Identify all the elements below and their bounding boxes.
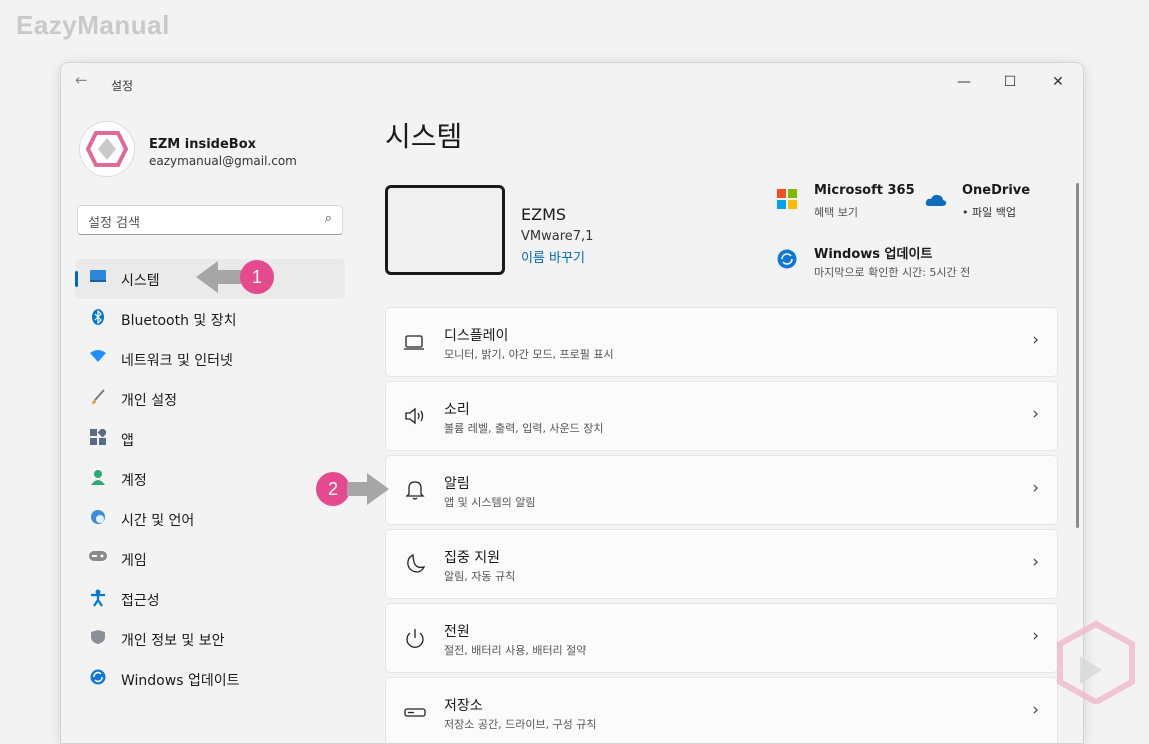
minimize-button[interactable]: —	[941, 69, 987, 95]
chevron-right-icon: ›	[1032, 478, 1039, 498]
card-subtitle: 앱 및 시스템의 알림	[444, 496, 536, 509]
windows-update-title[interactable]: Windows 업데이트	[814, 243, 932, 262]
chevron-right-icon: ›	[1032, 700, 1039, 720]
sidebar-item-label: 시간 및 언어	[121, 513, 195, 529]
network-icon	[89, 349, 107, 367]
sidebar-item-label: 개인 설정	[121, 393, 177, 409]
system-icon	[89, 269, 107, 287]
chevron-right-icon: ›	[1032, 404, 1039, 424]
globe-icon	[89, 509, 107, 527]
sidebar-item-label: 앱	[121, 433, 134, 449]
card-title: 저장소	[444, 698, 483, 714]
callout-arrow-1	[196, 261, 244, 293]
card-subtitle: 저장소 공간, 드라이브, 구성 규칙	[444, 718, 597, 731]
card-focus-assist[interactable]: 집중 지원 알림, 자동 규칙 ›	[385, 529, 1058, 599]
search-box[interactable]: 설정 검색 ⌕	[77, 205, 343, 235]
step-badge-2: 2	[316, 472, 350, 506]
close-button[interactable]: ✕	[1035, 69, 1081, 95]
step-badge-1: 1	[240, 260, 274, 294]
display-icon	[404, 331, 426, 353]
bell-icon	[404, 479, 426, 501]
sidebar-item-label: 계정	[121, 473, 147, 489]
card-sound[interactable]: 소리 볼륨 레벨, 출력, 입력, 사운드 장치 ›	[385, 381, 1058, 451]
shield-icon	[89, 629, 107, 647]
sidebar-item-bluetooth[interactable]: Bluetooth 및 장치	[75, 299, 345, 339]
chevron-right-icon: ›	[1032, 330, 1039, 350]
sidebar-nav: 시스템 Bluetooth 및 장치 네트워크 및 인터넷 개인 설정 앱 계정…	[75, 259, 345, 699]
sidebar-item-apps[interactable]: 앱	[75, 419, 345, 459]
sidebar-item-label: 접근성	[121, 593, 160, 609]
bluetooth-icon	[89, 309, 107, 327]
sidebar-item-gaming[interactable]: 게임	[75, 539, 345, 579]
window-title: 설정	[111, 79, 134, 93]
sidebar-item-label: Windows 업데이트	[121, 673, 240, 689]
windows-update-sub: 마지막으로 확인한 시간: 5시간 전	[814, 266, 971, 279]
sidebar-item-accounts[interactable]: 계정	[75, 459, 345, 499]
device-thumbnail	[385, 185, 505, 275]
profile-email: eazymanual@gmail.com	[149, 154, 297, 168]
apps-icon	[89, 427, 108, 447]
sidebar-item-label: 게임	[121, 553, 147, 569]
account-icon	[89, 469, 107, 487]
settings-window: ← 설정 — ☐ ✕ EZM insideBox eazymanual@gmai…	[60, 62, 1084, 744]
sidebar-item-privacy[interactable]: 개인 정보 및 보안	[75, 619, 345, 659]
power-icon	[404, 627, 426, 649]
microsoft-365-sub: 혜택 보기	[814, 206, 858, 219]
brand-watermark: EazyManual	[16, 10, 170, 40]
storage-icon	[404, 701, 426, 723]
card-subtitle: 알림, 자동 규칙	[444, 570, 516, 583]
sidebar-item-time-language[interactable]: 시간 및 언어	[75, 499, 345, 539]
rename-link[interactable]: 이름 바꾸기	[521, 247, 585, 266]
gamepad-icon	[89, 549, 107, 567]
card-subtitle: 모니터, 밝기, 야간 모드, 프로필 표시	[444, 348, 614, 361]
card-subtitle: 볼륨 레벨, 출력, 입력, 사운드 장치	[444, 422, 604, 435]
profile-logo-icon	[86, 131, 128, 167]
maximize-button[interactable]: ☐	[987, 69, 1033, 95]
chevron-right-icon: ›	[1032, 626, 1039, 646]
back-arrow-icon[interactable]: ←	[75, 71, 88, 89]
device-model: VMware7,1	[521, 229, 594, 244]
card-title: 디스플레이	[444, 328, 509, 344]
card-title: 소리	[444, 402, 470, 418]
sidebar-item-label: 개인 정보 및 보안	[121, 633, 225, 649]
sidebar-item-personalization[interactable]: 개인 설정	[75, 379, 345, 419]
card-power[interactable]: 전원 절전, 배터리 사용, 배터리 절약 ›	[385, 603, 1058, 673]
microsoft-365-icon[interactable]	[777, 189, 799, 211]
speaker-icon	[404, 405, 426, 427]
search-input[interactable]: 설정 검색	[88, 212, 140, 231]
card-storage[interactable]: 저장소 저장소 공간, 드라이브, 구성 규칙 ›	[385, 677, 1058, 743]
card-title: 전원	[444, 624, 470, 640]
settings-list: 디스플레이 모니터, 밝기, 야간 모드, 프로필 표시 › 소리 볼륨 레벨,…	[385, 307, 1058, 743]
card-display[interactable]: 디스플레이 모니터, 밝기, 야간 모드, 프로필 표시 ›	[385, 307, 1058, 377]
watermark-logo-icon	[1057, 620, 1135, 704]
card-title: 집중 지원	[444, 550, 500, 566]
windows-update-icon[interactable]	[777, 249, 799, 271]
device-name: EZMS	[521, 205, 567, 224]
scrollbar[interactable]	[1076, 183, 1079, 528]
card-title: 알림	[444, 476, 470, 492]
sidebar-item-accessibility[interactable]: 접근성	[75, 579, 345, 619]
onedrive-icon[interactable]	[925, 191, 947, 213]
sidebar-item-label: Bluetooth 및 장치	[121, 313, 237, 329]
callout-arrow-2	[347, 473, 389, 505]
card-subtitle: 절전, 배터리 사용, 배터리 절약	[444, 644, 587, 657]
sidebar-item-windows-update[interactable]: Windows 업데이트	[75, 659, 345, 699]
avatar[interactable]	[79, 121, 135, 177]
page-title: 시스템	[385, 120, 463, 153]
onedrive-sub: • 파일 백업	[962, 206, 1016, 219]
moon-icon	[404, 553, 426, 575]
card-notifications[interactable]: 알림 앱 및 시스템의 알림 ›	[385, 455, 1058, 525]
microsoft-365-title[interactable]: Microsoft 365	[814, 183, 915, 198]
sidebar-item-label: 시스템	[121, 273, 160, 289]
brush-icon	[89, 389, 107, 407]
sidebar-item-label: 네트워크 및 인터넷	[121, 353, 233, 369]
sidebar-item-network[interactable]: 네트워크 및 인터넷	[75, 339, 345, 379]
chevron-right-icon: ›	[1032, 552, 1039, 572]
accessibility-icon	[89, 589, 107, 607]
title-bar: ← 설정 — ☐ ✕	[61, 63, 1083, 97]
onedrive-title[interactable]: OneDrive	[962, 183, 1030, 198]
search-icon: ⌕	[324, 211, 332, 226]
profile-name: EZM insideBox	[149, 137, 257, 152]
update-icon	[89, 669, 107, 687]
